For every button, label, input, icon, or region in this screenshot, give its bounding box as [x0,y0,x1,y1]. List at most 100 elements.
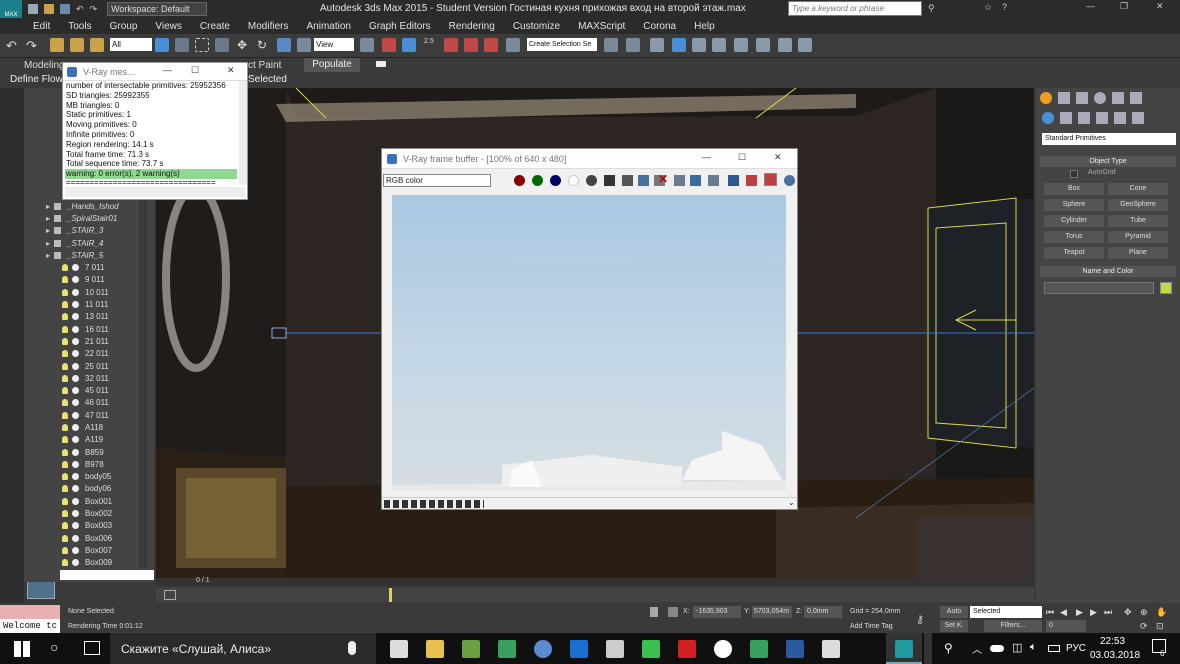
set-key-button[interactable]: Set K. [940,620,968,632]
track-mouse-icon[interactable] [674,175,685,186]
menu-edit[interactable]: Edit [24,21,59,32]
stamp-icon[interactable] [746,175,757,186]
visibility-icon[interactable] [72,423,79,431]
vray-log-titlebar[interactable]: V-Ray mes... — ☐ ✕ [63,63,247,81]
undo-icon[interactable]: ↶ [6,38,20,53]
visibility-icon[interactable] [72,510,79,518]
blue-channel-icon[interactable] [550,175,561,186]
autogrid-checkbox[interactable] [1070,170,1078,178]
quick-access-new-icon[interactable] [28,4,38,14]
vfb-expand-icon[interactable]: ⌄ [788,498,795,507]
visibility-icon[interactable] [72,264,79,272]
snaps-toggle-icon[interactable]: 2.5 [424,38,438,52]
keyboard-shortcut-icon[interactable] [402,38,416,52]
key-icon[interactable]: ⚷ [916,613,924,626]
visibility-icon[interactable] [72,374,79,382]
light-bulb-icon[interactable] [62,497,68,505]
menu-help[interactable]: Help [685,21,724,32]
menu-views[interactable]: Views [146,21,191,32]
shapes-icon[interactable] [1060,112,1072,124]
zoom-all-icon[interactable]: ⊕ [1140,607,1148,618]
cameras-icon[interactable] [1096,112,1108,124]
track-bar-menu-icon[interactable] [164,590,176,600]
angle-snap-icon[interactable] [444,38,458,52]
cylinder-button[interactable]: Cylinder [1044,215,1104,227]
expand-arrow-icon[interactable]: ▸ [46,214,50,223]
vfb-maximize[interactable]: ☐ [738,152,746,163]
close-button[interactable]: ✕ [1156,1,1164,12]
vfb-close[interactable]: ✕ [774,152,782,163]
absolute-mode-icon[interactable] [668,607,678,617]
torus-button[interactable]: Torus [1044,231,1104,243]
tab-define-flows[interactable]: Define Flows [10,74,68,85]
store-icon[interactable] [390,640,408,658]
vray-log-maximize[interactable]: ☐ [191,65,199,76]
taskbar-app-active[interactable] [924,633,932,664]
app-logo[interactable]: MAX [0,0,22,18]
z-coordinate-field[interactable]: 0,0mm [804,606,842,618]
workspace-dropdown[interactable]: Workspace: Default [107,2,208,16]
visibility-icon[interactable] [72,387,79,395]
channel-dropdown[interactable]: RGB color [383,174,491,187]
select-manipulate-icon[interactable] [382,38,396,52]
task-view-icon[interactable] [84,641,100,655]
hierarchy-tab-icon[interactable] [1076,92,1088,104]
image-viewer-icon[interactable] [822,640,840,658]
cortana-search-icon[interactable]: ○ [50,639,58,655]
rectangular-selection-icon[interactable] [195,38,209,52]
visibility-icon[interactable] [72,559,79,567]
maxscript-listener-red[interactable] [0,605,60,619]
scene-hscroll[interactable] [60,570,154,580]
box-button[interactable]: Box [1044,183,1104,195]
pan-icon[interactable]: ✋ [1156,607,1167,618]
binoculars-icon[interactable]: ⚲ [928,3,935,14]
object-name-field[interactable] [1044,282,1154,294]
percent-snap-icon[interactable] [464,38,478,52]
expand-arrow-icon[interactable]: ▸ [46,226,50,235]
helpers-icon[interactable] [1114,112,1126,124]
save-image-icon[interactable] [604,175,615,186]
network-icon[interactable]: ◫ [1012,641,1022,654]
place-icon[interactable] [297,38,311,52]
visibility-icon[interactable] [72,485,79,493]
menu-animation[interactable]: Animation [297,21,359,32]
object-color-swatch[interactable] [1160,282,1172,294]
visibility-icon[interactable] [72,448,79,456]
light-bulb-icon[interactable] [62,473,68,481]
visibility-icon[interactable] [72,522,79,530]
tray-chevron-icon[interactable]: ︿ [972,641,982,656]
light-bulb-icon[interactable] [62,387,68,395]
visibility-icon[interactable] [72,301,79,309]
maximize-button[interactable]: ❐ [1120,1,1128,12]
teapot-button[interactable]: Teapot [1044,247,1104,259]
redo-icon[interactable]: ↷ [26,38,40,53]
select-by-name-icon[interactable] [175,38,189,52]
cone-button[interactable]: Cone [1108,183,1168,195]
modify-tab-icon[interactable] [1058,92,1070,104]
redo-icon[interactable]: ↷ [90,4,98,15]
light-bulb-icon[interactable] [62,288,68,296]
paint-icon[interactable] [534,640,552,658]
visibility-icon[interactable] [72,276,79,284]
align-icon[interactable] [626,38,640,52]
link-icon[interactable] [50,38,64,52]
yandex-icon[interactable] [714,640,732,658]
red-channel-icon[interactable] [514,175,525,186]
search-input[interactable] [788,1,922,16]
people-icon[interactable]: ⚲ [944,641,953,655]
visibility-icon[interactable] [72,497,79,505]
light-bulb-icon[interactable] [62,350,68,358]
tab-populate[interactable]: Populate [304,58,360,72]
mirror-icon[interactable] [604,38,618,52]
light-bulb-icon[interactable] [62,423,68,431]
vfb-minimize[interactable]: — [702,152,711,162]
menu-rendering[interactable]: Rendering [440,21,504,32]
visibility-icon[interactable] [72,473,79,481]
explorer-icon[interactable] [426,640,444,658]
menu-customize[interactable]: Customize [504,21,569,32]
x-coordinate-field[interactable]: -1635,903 [693,606,741,618]
java-icon[interactable] [642,640,660,658]
visibility-icon[interactable] [72,399,79,407]
clock-date[interactable]: 03.03.2018 [1090,650,1140,661]
menu-corona[interactable]: Corona [634,21,685,32]
